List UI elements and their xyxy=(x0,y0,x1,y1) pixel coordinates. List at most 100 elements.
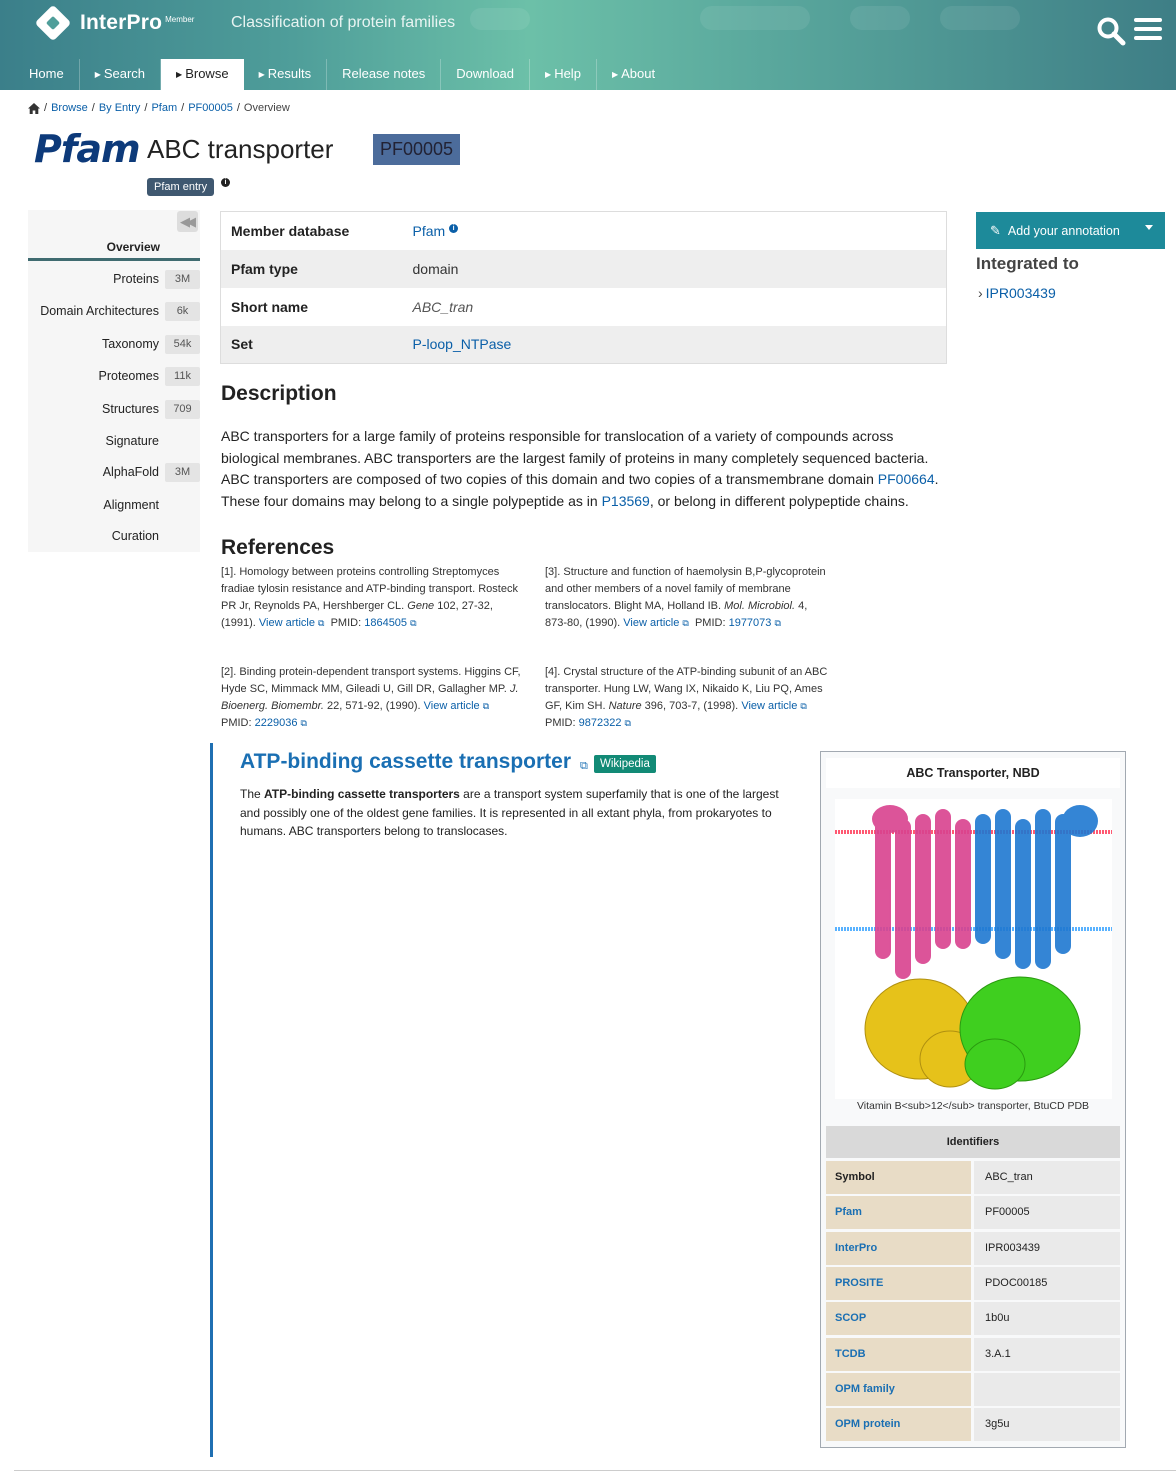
nav-results[interactable]: ▶ Results xyxy=(244,59,328,90)
pmid-link[interactable]: 1864505 xyxy=(364,617,407,629)
integrated-link[interactable]: IPR003439 xyxy=(986,285,1056,301)
identifier-row: InterPro IPR003439 xyxy=(826,1232,1120,1265)
page-divider xyxy=(14,1470,1176,1471)
description-part: , or belong in different polypeptide cha… xyxy=(649,492,909,509)
view-article-link[interactable]: View article xyxy=(741,700,797,712)
sidebar-item-structures[interactable]: Structures 709 xyxy=(28,398,200,420)
identifier-row: SCOP 1b0u xyxy=(826,1302,1120,1335)
wikipedia-title-link[interactable]: ATP-binding cassette transporter xyxy=(240,750,571,774)
pmid-link[interactable]: 2229036 xyxy=(255,717,298,729)
sidebar-item-signature[interactable]: Signature xyxy=(28,430,200,452)
breadcrumb-pfam[interactable]: Pfam xyxy=(151,102,177,114)
external-link-icon: ⧉ xyxy=(318,618,325,628)
wikipedia-summary: The ATP-binding cassette transporters ar… xyxy=(240,785,785,841)
external-link-icon: ⧉ xyxy=(624,718,631,728)
identifier-key-link[interactable]: OPM protein xyxy=(826,1408,971,1441)
sidebar-item-overview[interactable]: Overview xyxy=(28,240,200,254)
identifier-key-link[interactable]: Pfam xyxy=(826,1196,971,1229)
set-link[interactable]: P-loop_NTPase xyxy=(413,336,512,352)
collapse-icon[interactable]: ◀◀ xyxy=(177,211,198,232)
add-annotation-button[interactable]: ✎ Add your annotation xyxy=(976,212,1165,249)
member-db-link[interactable]: Pfam xyxy=(413,223,446,239)
sidebar-item-taxonomy[interactable]: Taxonomy 54k xyxy=(28,333,200,355)
breadcrumb-browse[interactable]: Browse xyxy=(51,102,88,114)
breadcrumb-current: Overview xyxy=(243,102,290,114)
nav-download[interactable]: Download xyxy=(441,59,531,90)
set-cell: P-loop_NTPase xyxy=(402,325,947,364)
search-icon[interactable] xyxy=(1096,16,1126,46)
sidebar-item-label: Signature xyxy=(105,434,159,448)
external-link-icon: ⧉ xyxy=(410,618,417,628)
caret-right-icon: ▶ xyxy=(611,70,619,79)
pmid-link[interactable]: 1977073 xyxy=(729,617,772,629)
home-icon[interactable] xyxy=(28,102,40,114)
ref-journal: Nature xyxy=(608,700,642,712)
type-label: Pfam type xyxy=(220,249,403,288)
table-row: Member database Pfam i xyxy=(221,212,947,250)
identifier-key-link[interactable]: OPM family xyxy=(826,1373,971,1406)
identifier-key-link[interactable]: PROSITE xyxy=(826,1267,971,1300)
wikipedia-section-bar xyxy=(210,743,213,1457)
info-icon[interactable]: i xyxy=(449,224,459,234)
sidebar-item-proteins[interactable]: Proteins 3M xyxy=(28,268,200,290)
caret-right-icon: ▶ xyxy=(176,70,183,79)
add-annotation-label: Add your annotation xyxy=(1007,223,1120,238)
caret-right-icon: ▶ xyxy=(545,70,552,79)
table-row: Set P-loop_NTPase xyxy=(220,325,947,364)
menu-icon[interactable] xyxy=(1134,18,1162,44)
view-article-link[interactable]: View article xyxy=(424,700,480,712)
breadcrumb-accession[interactable]: PF00005 xyxy=(188,102,233,114)
entry-info-table: Member database Pfam i Pfam type domain … xyxy=(220,211,947,364)
nav-label: Release notes xyxy=(342,66,426,81)
info-icon[interactable]: i xyxy=(221,178,230,187)
external-link-icon: ⧉ xyxy=(800,701,807,711)
reference-item: [4]. Crystal structure of the ATP-bindin… xyxy=(545,664,830,732)
ref-number: [3]. xyxy=(545,566,561,578)
count-badge: 709 xyxy=(165,399,200,419)
view-article-link[interactable]: View article xyxy=(259,617,315,629)
identifier-row: Symbol ABC_tran xyxy=(826,1161,1120,1194)
nav-help[interactable]: ▶ Help xyxy=(530,59,597,90)
sidebar-item-proteomes[interactable]: Proteomes 11k xyxy=(28,365,200,387)
ref-journal: Gene xyxy=(407,600,435,612)
entry-type-tag: Pfam entry xyxy=(147,178,215,196)
description-part: ABC transporters for a large family of p… xyxy=(221,428,929,487)
identifier-key-link[interactable]: SCOP xyxy=(826,1302,971,1335)
identifier-key-link[interactable]: TCDB xyxy=(826,1338,971,1371)
member-db-cell: Pfam i xyxy=(403,212,947,250)
view-article-link[interactable]: View article xyxy=(623,617,679,629)
count-badge: 3M xyxy=(165,269,200,289)
ref-citation: 22, 571-92, (1990). xyxy=(326,700,421,712)
nav-about[interactable]: ▶ About xyxy=(597,59,670,90)
p13569-link[interactable]: P13569 xyxy=(602,493,650,509)
integrated-item[interactable]: › IPR003439 xyxy=(978,285,1056,301)
caret-right-icon: ▶ xyxy=(94,70,101,79)
page-title: ABC transporter xyxy=(147,134,334,164)
sidebar-item-alignment[interactable]: Alignment xyxy=(28,494,200,516)
sidebar-item-domain-architectures[interactable]: Domain Architectures 6k xyxy=(28,300,200,322)
nav-release-notes[interactable]: Release notes xyxy=(327,59,442,90)
nav-browse[interactable]: ▶ Browse xyxy=(161,59,244,90)
identifier-key-link[interactable]: InterPro xyxy=(826,1232,971,1265)
nav-label: Home xyxy=(29,66,64,81)
pf00664-link[interactable]: PF00664 xyxy=(878,471,935,487)
sidebar-item-curation[interactable]: Curation xyxy=(28,525,200,547)
identifier-value: 1b0u xyxy=(974,1302,1120,1335)
caret-right-icon: ▶ xyxy=(258,70,265,79)
pmid-link[interactable]: 9872322 xyxy=(579,717,622,729)
wiki-text-bold: ATP-binding cassette transporters xyxy=(264,787,460,801)
sidebar-item-alphafold[interactable]: AlphaFold 3M xyxy=(28,461,200,483)
identifier-row: PROSITE PDOC00185 xyxy=(826,1267,1120,1300)
protein-structure-image[interactable] xyxy=(835,799,1112,1099)
breadcrumb-by-entry[interactable]: By Entry xyxy=(99,102,141,114)
nav-search[interactable]: ▶ Search xyxy=(80,59,162,90)
caret-down-icon xyxy=(1145,225,1153,230)
nav-home[interactable]: Home xyxy=(14,59,80,90)
sidebar-item-label: AlphaFold xyxy=(102,465,159,479)
interpro-logo[interactable]: InterPro Member xyxy=(34,4,194,42)
ref-number: [1]. xyxy=(221,566,237,578)
ref-text: Binding protein-dependent transport syst… xyxy=(221,666,521,695)
identifier-value: PDOC00185 xyxy=(974,1267,1120,1300)
sidebar-item-label: Domain Architectures xyxy=(40,304,159,318)
wiki-text-part: The xyxy=(240,787,265,801)
